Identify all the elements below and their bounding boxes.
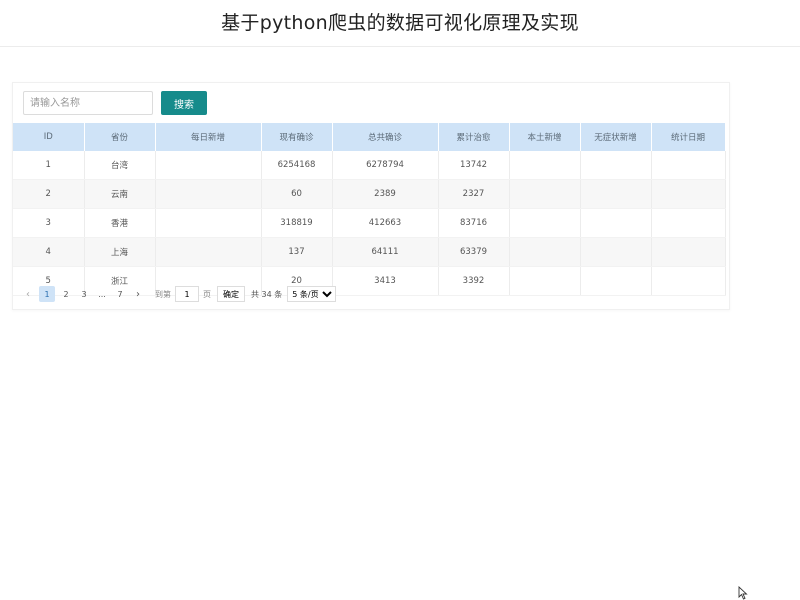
table-cell	[651, 208, 726, 238]
table-cell: 1	[13, 151, 85, 180]
table-cell: 3392	[438, 266, 510, 296]
table-cell: 台湾	[84, 151, 156, 180]
column-header: 总共确诊	[332, 123, 439, 151]
table-cell: 318819	[261, 208, 333, 238]
table-cell: 香港	[84, 208, 156, 238]
table-body: 1 台湾 6254168 6278794 13742 2 云南 60 2389 2327 3 香港 31…	[13, 151, 726, 296]
table-cell	[509, 151, 581, 180]
page-button-7[interactable]: 7	[113, 286, 127, 302]
chevron-right-icon[interactable]: ›	[131, 286, 145, 302]
table-cell: 2327	[438, 179, 510, 209]
page-ellipsis[interactable]: ...	[95, 286, 109, 302]
table-cell	[509, 208, 581, 238]
table-cell	[509, 179, 581, 209]
search-input[interactable]	[23, 91, 153, 115]
page-header: 基于python爬虫的数据可视化原理及实现	[0, 0, 800, 47]
goto-label: 到第	[155, 289, 171, 299]
table-cell: 137	[261, 237, 333, 267]
table-cell: 6278794	[332, 151, 439, 180]
page-title: 基于python爬虫的数据可视化原理及实现	[221, 12, 579, 34]
column-header: 统计日期	[651, 123, 726, 151]
data-table: ID 省份 每日新增 现有确诊 总共确诊 累计治愈 本土新增 无症状新增 统计日期 1 台湾 625…	[13, 123, 726, 296]
table-cell	[580, 179, 652, 209]
table-cell	[155, 208, 262, 238]
table-cell: 60	[261, 179, 333, 209]
table-cell: 412663	[332, 208, 439, 238]
table-cell	[509, 237, 581, 267]
column-header: 每日新增	[155, 123, 262, 151]
column-header: 累计治愈	[438, 123, 510, 151]
table-cell	[651, 266, 726, 296]
table-cell: 2389	[332, 179, 439, 209]
mouse-cursor-icon	[738, 586, 748, 600]
table-cell: 64111	[332, 237, 439, 267]
table-cell: 2	[13, 179, 85, 209]
table-cell: 83716	[438, 208, 510, 238]
table-cell: 6254168	[261, 151, 333, 180]
total-count: 共 34 条	[251, 289, 283, 299]
table-cell	[651, 237, 726, 267]
table-row: 4 上海 137 64111 63379	[13, 237, 726, 267]
goto-page-input[interactable]	[175, 286, 199, 302]
table-cell	[580, 151, 652, 180]
confirm-button[interactable]: 确定	[217, 286, 245, 302]
page-button-3[interactable]: 3	[77, 286, 91, 302]
table-cell	[155, 237, 262, 267]
goto-unit-label: 页	[203, 289, 211, 299]
data-panel: 搜索 ID省份每日新增现有确诊总共确诊累计治愈本土新增无症状新增统计日期 1台湾…	[12, 82, 730, 310]
page-size-select[interactable]: 5 条/页	[287, 286, 337, 302]
table-row: 2 云南 60 2389 2327	[13, 179, 726, 209]
table-header-row: ID 省份 每日新增 现有确诊 总共确诊 累计治愈 本土新增 无症状新增 统计日期	[13, 123, 726, 151]
column-header: 现有确诊	[261, 123, 333, 151]
page-button-2[interactable]: 2	[59, 286, 73, 302]
table-row: 1 台湾 6254168 6278794 13742	[13, 151, 726, 180]
table-cell	[580, 266, 652, 296]
column-header: 本土新增	[509, 123, 581, 151]
table-row: 3 香港 318819 412663 83716	[13, 208, 726, 238]
column-header: 省份	[84, 123, 156, 151]
table-cell	[155, 151, 262, 180]
table-cell: 4	[13, 237, 85, 267]
column-header: 无症状新增	[580, 123, 652, 151]
column-header: ID	[13, 123, 85, 151]
table-cell: 13742	[438, 151, 510, 180]
table-cell	[651, 151, 726, 180]
table-cell: 3	[13, 208, 85, 238]
search-button[interactable]: 搜索	[161, 91, 207, 115]
table-cell: 63379	[438, 237, 510, 267]
table-cell	[651, 179, 726, 209]
table-cell: 上海	[84, 237, 156, 267]
table-cell	[509, 266, 581, 296]
table-cell: 云南	[84, 179, 156, 209]
table-cell	[580, 208, 652, 238]
pagination: ‹ 1 2 3 ... 7 › 到第 页 确定 共 34 条 5 条/页	[21, 285, 337, 303]
table-cell	[580, 237, 652, 267]
chevron-left-icon[interactable]: ‹	[21, 286, 35, 302]
table-cell: 3413	[332, 266, 439, 296]
table-cell	[155, 179, 262, 209]
page-button-1[interactable]: 1	[39, 286, 55, 302]
